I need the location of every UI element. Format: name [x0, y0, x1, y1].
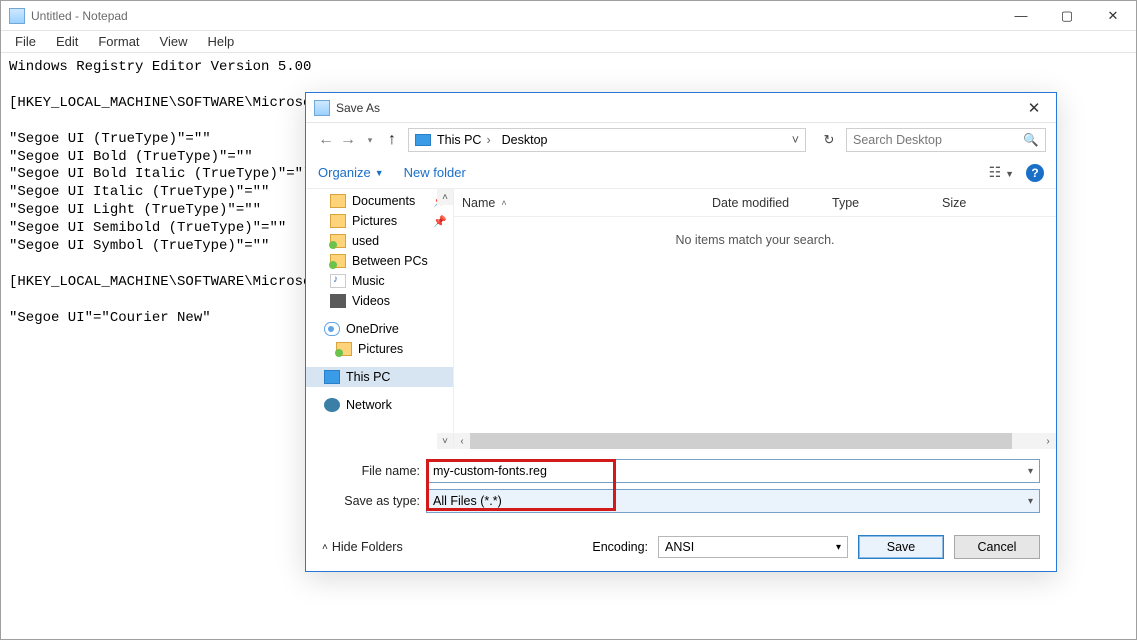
file-name-input[interactable]: my-custom-fonts.reg▾	[426, 459, 1040, 483]
sidebar-item-used[interactable]: used	[306, 231, 453, 251]
nav-arrows: ← → ▾ ↑	[316, 131, 402, 149]
pc-icon	[324, 370, 340, 384]
music-icon	[330, 274, 346, 288]
sidebar-item-this-pc[interactable]: This PC	[306, 367, 453, 387]
dialog-toolbar: Organize▼ New folder ☷ ▼ ?	[306, 157, 1056, 189]
dialog-body: ˄ Documents📌 Pictures📌 used Between PCs …	[306, 189, 1056, 449]
column-date[interactable]: Date modified	[704, 196, 824, 210]
notepad-menubar: File Edit Format View Help	[1, 31, 1136, 53]
breadcrumb-crumb[interactable]: This PC	[437, 133, 496, 147]
nav-recent-icon[interactable]: ▾	[360, 135, 380, 146]
folder-icon	[330, 214, 346, 228]
navigation-pane: ˄ Documents📌 Pictures📌 used Between PCs …	[306, 189, 454, 449]
dialog-navrow: ← → ▾ ↑ This PC Desktop ˅ ↻ Search Deskt…	[306, 123, 1056, 157]
new-folder-button[interactable]: New folder	[404, 165, 466, 180]
file-list: Name˄ Date modified Type Size No items m…	[454, 189, 1056, 449]
notepad-icon	[9, 8, 25, 24]
help-button[interactable]: ?	[1026, 164, 1044, 182]
scroll-down-button[interactable]: ˅	[437, 433, 453, 449]
chevron-down-icon: ▼	[375, 168, 384, 178]
column-size[interactable]: Size	[934, 196, 1056, 210]
nav-back-icon[interactable]: ←	[316, 131, 336, 149]
encoding-label: Encoding:	[592, 540, 648, 554]
view-options-button[interactable]: ☷ ▼	[989, 164, 1014, 181]
sidebar-item-onedrive-pictures[interactable]: Pictures	[306, 339, 453, 359]
sort-indicator-icon: ˄	[501, 198, 506, 208]
dialog-titlebar: Save As ✕	[306, 93, 1056, 123]
menu-format[interactable]: Format	[88, 32, 149, 51]
close-button[interactable]: ✕	[1090, 1, 1136, 31]
folder-icon	[330, 254, 346, 268]
sidebar-item-music[interactable]: Music	[306, 271, 453, 291]
save-as-type-select[interactable]: All Files (*.*)▾	[426, 489, 1040, 513]
network-icon	[324, 398, 340, 412]
column-name[interactable]: Name˄	[454, 196, 704, 210]
menu-view[interactable]: View	[150, 32, 198, 51]
save-as-type-label: Save as type:	[322, 494, 426, 508]
nav-forward-icon[interactable]: →	[338, 131, 358, 149]
menu-file[interactable]: File	[5, 32, 46, 51]
search-icon: 🔍	[1023, 133, 1039, 148]
nav-up-icon[interactable]: ↑	[382, 131, 402, 149]
filename-fields: File name: my-custom-fonts.reg▾ Save as …	[306, 449, 1056, 513]
file-list-header: Name˄ Date modified Type Size	[454, 189, 1056, 217]
scroll-track[interactable]	[470, 433, 1040, 449]
minimize-button[interactable]: —	[998, 1, 1044, 31]
encoding-select[interactable]: ANSI▾	[658, 536, 848, 558]
sidebar-item-videos[interactable]: Videos	[306, 291, 453, 311]
organize-button[interactable]: Organize▼	[318, 165, 384, 180]
notepad-titlebar: Untitled - Notepad — ▢ ✕	[1, 1, 1136, 31]
sidebar-item-network[interactable]: Network	[306, 395, 453, 415]
dialog-icon	[314, 100, 330, 116]
dialog-title: Save As	[336, 101, 1012, 115]
sidebar-item-documents[interactable]: Documents📌	[306, 191, 453, 211]
scroll-thumb[interactable]	[470, 433, 1012, 449]
sidebar-item-onedrive[interactable]: OneDrive	[306, 319, 453, 339]
search-placeholder: Search Desktop	[853, 133, 942, 147]
folder-icon	[330, 194, 346, 208]
chevron-down-icon[interactable]: ▾	[1028, 496, 1033, 507]
menu-help[interactable]: Help	[197, 32, 244, 51]
hide-folders-button[interactable]: ˄Hide Folders	[322, 540, 403, 554]
scroll-right-button[interactable]: ›	[1040, 433, 1056, 449]
chevron-down-icon[interactable]: ˅	[792, 133, 799, 147]
scroll-left-button[interactable]: ‹	[454, 433, 470, 449]
pc-icon	[415, 134, 431, 146]
maximize-button[interactable]: ▢	[1044, 1, 1090, 31]
sidebar-item-between-pcs[interactable]: Between PCs	[306, 251, 453, 271]
breadcrumb-crumb[interactable]: Desktop	[502, 133, 558, 147]
scroll-up-button[interactable]: ˄	[437, 189, 453, 205]
pin-icon: 📌	[433, 215, 447, 228]
chevron-up-icon: ˄	[322, 542, 328, 553]
menu-edit[interactable]: Edit	[46, 32, 88, 51]
address-bar[interactable]: This PC Desktop ˅	[408, 128, 806, 152]
file-name-label: File name:	[322, 464, 426, 478]
save-button[interactable]: Save	[858, 535, 944, 559]
horizontal-scrollbar[interactable]: ‹ ›	[454, 433, 1056, 449]
save-as-dialog: Save As ✕ ← → ▾ ↑ This PC Desktop ˅ ↻ Se…	[305, 92, 1057, 572]
sidebar-item-pictures[interactable]: Pictures📌	[306, 211, 453, 231]
folder-icon	[330, 234, 346, 248]
column-type[interactable]: Type	[824, 196, 934, 210]
dialog-close-button[interactable]: ✕	[1012, 93, 1056, 123]
empty-message: No items match your search.	[454, 217, 1056, 263]
refresh-button[interactable]: ↻	[818, 132, 840, 148]
cancel-button[interactable]: Cancel	[954, 535, 1040, 559]
cloud-icon	[324, 322, 340, 336]
search-input[interactable]: Search Desktop 🔍	[846, 128, 1046, 152]
folder-icon	[336, 342, 352, 356]
window-title: Untitled - Notepad	[31, 9, 998, 23]
window-controls: — ▢ ✕	[998, 1, 1136, 31]
chevron-down-icon[interactable]: ▾	[836, 542, 841, 553]
video-icon	[330, 294, 346, 308]
dialog-footer: ˄Hide Folders Encoding: ANSI▾ Save Cance…	[306, 523, 1056, 571]
chevron-down-icon[interactable]: ▾	[1028, 466, 1033, 477]
